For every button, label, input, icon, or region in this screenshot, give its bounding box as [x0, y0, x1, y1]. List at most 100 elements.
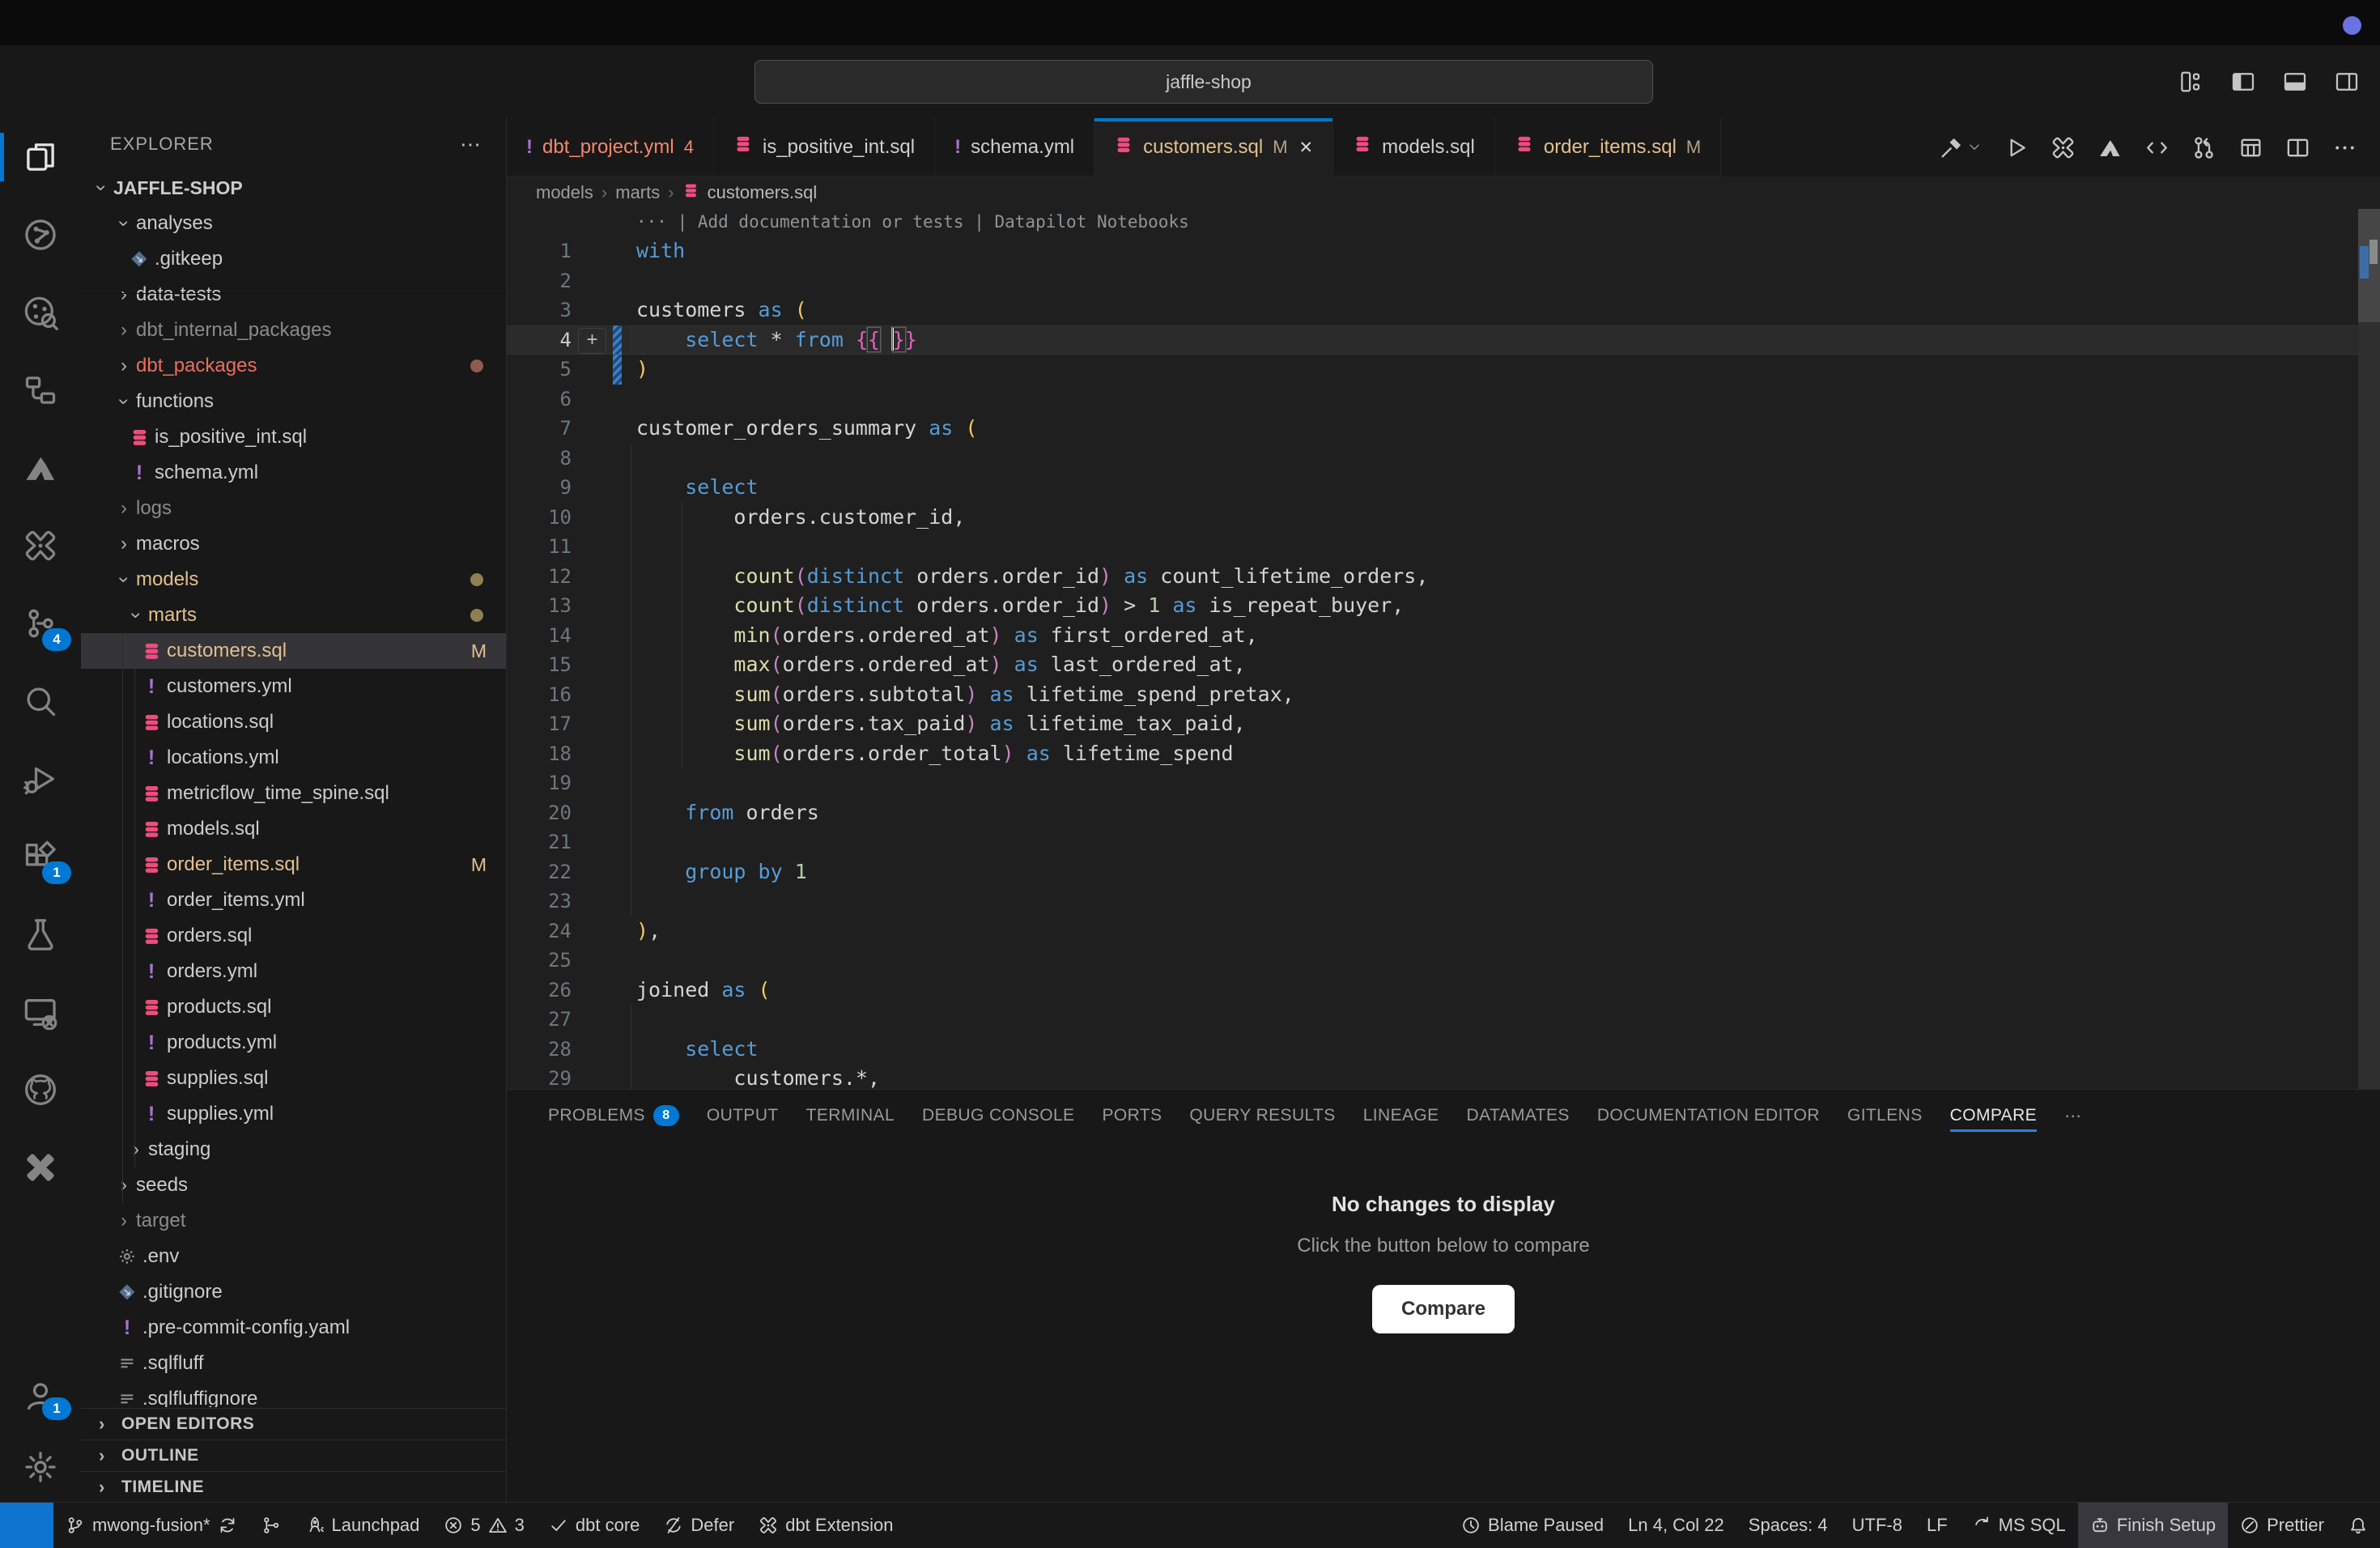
code-line-7[interactable]: 7customer_orders_summary as ( [507, 414, 2380, 444]
activity-settings[interactable] [0, 1431, 81, 1503]
code-line-13[interactable]: 13 count(distinct orders.order_id) > 1 a… [507, 591, 2380, 621]
editor-tab-models.sql[interactable]: models.sql [1333, 118, 1495, 176]
tree-file-supplies.sql[interactable]: supplies.sql [81, 1061, 506, 1096]
activity-dbt-power-user-alt[interactable] [0, 1129, 81, 1206]
code-line-21[interactable]: 21 [507, 827, 2380, 857]
activity-source-control[interactable]: 4 [0, 585, 81, 662]
tree-file-.sqlfluff[interactable]: .sqlfluff [81, 1346, 506, 1381]
code-line-23[interactable]: 23 [507, 887, 2380, 916]
panel-tab-lineage[interactable]: LINEAGE [1349, 1090, 1453, 1142]
code-line-1[interactable]: 1with [507, 236, 2380, 266]
code-line-19[interactable]: 19 [507, 768, 2380, 798]
code-line-10[interactable]: 10 orders.customer_id, [507, 503, 2380, 533]
breadcrumb-item[interactable]: marts [615, 182, 660, 203]
status-git-branch[interactable]: mwong-fusion* [53, 1503, 249, 1548]
code-line-26[interactable]: 26joined as ( [507, 976, 2380, 1006]
tree-file-.gitignore[interactable]: .gitignore [81, 1274, 506, 1310]
action-dbt-power-user-action[interactable] [2051, 135, 2076, 160]
code-line-8[interactable]: 8 [507, 444, 2380, 474]
activity-search[interactable] [0, 662, 81, 740]
code-line-3[interactable]: 3customers as ( [507, 296, 2380, 325]
panel-tab-problems[interactable]: PROBLEMS8 [534, 1090, 693, 1142]
tree-file-orders.yml[interactable]: !orders.yml [81, 954, 506, 989]
activity-accounts[interactable]: 1 [0, 1360, 81, 1431]
code-line-4[interactable]: +4 select * from {{ }} [507, 325, 2380, 355]
toggle-sidebar-left-icon[interactable] [2231, 70, 2255, 94]
activity-remote-explorer[interactable] [0, 973, 81, 1051]
tree-file-locations.sql[interactable]: locations.sql [81, 704, 506, 740]
panel-tab-compare[interactable]: COMPARE [1936, 1090, 2051, 1142]
tree-file-.pre-commit-config.yaml[interactable]: !.pre-commit-config.yaml [81, 1310, 506, 1346]
toggle-panel-bottom-icon[interactable] [2283, 70, 2307, 94]
tree-file-models.sql[interactable]: models.sql [81, 811, 506, 847]
tree-file-.gitkeep[interactable]: .gitkeep [81, 241, 506, 277]
panel-tab--[interactable]: ⋯ [2051, 1090, 2095, 1142]
code-line-28[interactable]: 28 select [507, 1035, 2380, 1065]
panel-tab-datamates[interactable]: DATAMATES [1453, 1090, 1583, 1142]
code-line-20[interactable]: 20 from orders [507, 798, 2380, 828]
toggle-sidebar-right-icon[interactable] [2335, 70, 2359, 94]
tree-file-is_positive_int.sql[interactable]: is_positive_int.sql [81, 419, 506, 455]
code-line-17[interactable]: 17 sum(orders.tax_paid) as lifetime_tax_… [507, 709, 2380, 739]
activity-extensions[interactable]: 1 [0, 818, 81, 895]
tree-folder-target[interactable]: ›target [81, 1203, 506, 1239]
editor-tab-dbt_project.yml[interactable]: !dbt_project.yml4 [507, 118, 714, 176]
action-dbt-build[interactable] [1939, 135, 1982, 160]
tree-file-order_items.sql[interactable]: order_items.sqlM [81, 847, 506, 882]
explorer-more-icon[interactable]: ⋯ [460, 132, 482, 157]
tree-file-customers.sql[interactable]: customers.sqlM [81, 633, 506, 669]
tree-folder-data-tests[interactable]: ›data-tests [81, 277, 506, 313]
tree-file-metricflow_time_spine.sql[interactable]: metricflow_time_spine.sql [81, 776, 506, 811]
tree-folder-jaffle-shop[interactable]: ›JAFFLE-SHOP [81, 170, 506, 206]
code-line-22[interactable]: 22 group by 1 [507, 857, 2380, 887]
activity-altimate[interactable] [0, 429, 81, 507]
tree-file-.sqlfluffignore[interactable]: .sqlfluffignore [81, 1381, 506, 1407]
tree-file-schema.yml[interactable]: !schema.yml [81, 455, 506, 491]
status-blame[interactable]: Blame Paused [1449, 1503, 1616, 1548]
editor-tab-schema.yml[interactable]: !schema.yml [935, 118, 1094, 176]
tree-file-customers.yml[interactable]: !customers.yml [81, 669, 506, 704]
status-cursor-position[interactable]: Ln 4, Col 22 [1616, 1503, 1736, 1548]
tree-folder-staging[interactable]: ›staging [81, 1132, 506, 1167]
panel-tab-output[interactable]: OUTPUT [693, 1090, 793, 1142]
action-git-pull-request[interactable] [2191, 135, 2216, 160]
activity-testing[interactable] [0, 895, 81, 973]
tree-folder-models[interactable]: ›models [81, 562, 506, 598]
activity-dbt-project-search[interactable] [0, 274, 81, 351]
status-encoding[interactable]: UTF-8 [1840, 1503, 1915, 1548]
sidebar-section-open-editors[interactable]: ›OPEN EDITORS [81, 1408, 506, 1440]
status-defer[interactable]: Defer [652, 1503, 746, 1548]
status-prettier[interactable]: Prettier [2228, 1503, 2336, 1548]
code-line-5[interactable]: 5) [507, 355, 2380, 385]
editor-tab-customers.sql[interactable]: customers.sqlM✕ [1094, 118, 1333, 176]
code-line-6[interactable]: 6 [507, 385, 2380, 415]
code-line-18[interactable]: 18 sum(orders.order_total) as lifetime_s… [507, 739, 2380, 769]
code-line-16[interactable]: 16 sum(orders.subtotal) as lifetime_spen… [507, 680, 2380, 710]
remote-indicator[interactable] [0, 1503, 53, 1548]
editor-tab-is_positive_int.sql[interactable]: is_positive_int.sql [714, 118, 935, 176]
tree-folder-dbt_internal_packages[interactable]: ›dbt_internal_packages [81, 313, 506, 348]
editor-tab-order_items.sql[interactable]: order_items.sqlM [1495, 118, 1721, 176]
action-split-editor[interactable] [2285, 135, 2310, 160]
tree-file-products.sql[interactable]: products.sql [81, 989, 506, 1025]
status-eol[interactable]: LF [1915, 1503, 1960, 1548]
activity-dbt-power-user[interactable] [0, 507, 81, 585]
status-dbt-extension[interactable]: dbt Extension [746, 1503, 905, 1548]
code-line-12[interactable]: 12 count(distinct orders.order_id) as co… [507, 562, 2380, 592]
customize-layout-icon[interactable] [2179, 70, 2204, 94]
status-indentation[interactable]: Spaces: 4 [1736, 1503, 1840, 1548]
action-altimate-action[interactable] [2097, 135, 2123, 160]
activity-dbt-project[interactable] [0, 196, 81, 274]
panel-tab-documentation-editor[interactable]: DOCUMENTATION EDITOR [1583, 1090, 1834, 1142]
code-line-29[interactable]: 29 customers.*, [507, 1064, 2380, 1090]
code-line-25[interactable]: 25 [507, 946, 2380, 976]
breadcrumb-file[interactable]: customers.sql [708, 182, 818, 203]
status-git-graph[interactable] [249, 1503, 293, 1548]
sidebar-section-timeline[interactable]: ›TIMELINE [81, 1471, 506, 1503]
status-finish-setup[interactable]: Finish Setup [2078, 1503, 2228, 1548]
compare-button[interactable]: Compare [1372, 1285, 1515, 1333]
code-line-9[interactable]: 9 select [507, 473, 2380, 503]
command-center-search[interactable]: jaffle-shop [754, 60, 1653, 104]
panel-tab-terminal[interactable]: TERMINAL [793, 1090, 908, 1142]
tree-folder-functions[interactable]: ›functions [81, 384, 506, 419]
